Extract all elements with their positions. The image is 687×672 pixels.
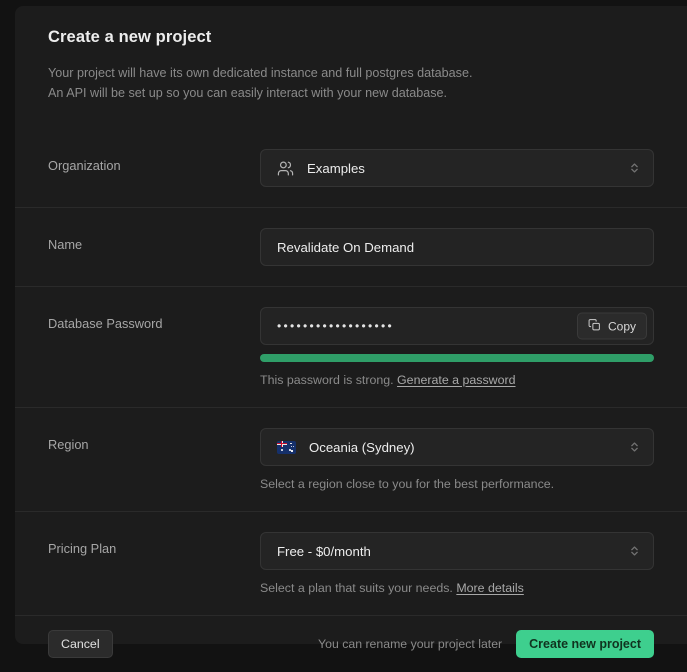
create-project-dialog: Create a new project Your project will h…: [15, 6, 687, 659]
form-row-name: Name Revalidate On Demand: [15, 208, 687, 286]
password-strength-text: This password is strong.: [260, 373, 394, 388]
project-name-input[interactable]: Revalidate On Demand: [260, 228, 654, 267]
pricing-plan-value: Free - $0/month: [277, 543, 371, 559]
organization-select[interactable]: Examples: [260, 149, 654, 188]
more-details-link[interactable]: More details: [456, 581, 524, 595]
organization-value: Examples: [307, 160, 365, 176]
region-select[interactable]: Oceania (Sydney): [260, 428, 654, 467]
database-password-input[interactable]: •••••••••••••••••• Copy: [260, 307, 654, 346]
dialog-body: Organization Examples Name Revalidate On…: [15, 129, 687, 615]
copy-icon: [588, 318, 601, 334]
pricing-plan-label: Pricing Plan: [48, 541, 117, 557]
pricing-plan-hint: Select a plan that suits your needs. Mor…: [260, 581, 654, 595]
region-label: Region: [48, 437, 89, 453]
generate-password-link[interactable]: Generate a password: [397, 373, 515, 387]
chevrons-up-down-icon: [629, 543, 640, 559]
copy-button-label: Copy: [607, 319, 636, 334]
form-row-region: Region Oceania (Sydney) Select a region …: [15, 408, 687, 511]
pricing-plan-hint-text: Select a plan that suits your needs.: [260, 581, 453, 596]
dialog-description-line-2: An API will be set up so you can easily …: [48, 85, 448, 100]
region-value: Oceania (Sydney): [309, 439, 415, 455]
name-label: Name: [48, 237, 83, 253]
rename-note: You can rename your project later: [318, 637, 503, 652]
organization-label: Organization: [48, 158, 121, 174]
password-strength-hint: This password is strong. Generate a pass…: [260, 373, 654, 387]
form-row-password: Database Password •••••••••••••••••• Cop…: [15, 287, 687, 407]
chevrons-up-down-icon: [629, 160, 640, 176]
users-icon: [277, 160, 294, 177]
project-name-value: Revalidate On Demand: [277, 239, 415, 255]
dialog-header: Create a new project Your project will h…: [15, 6, 687, 129]
form-row-pricing-plan: Pricing Plan Free - $0/month Select a pl…: [15, 512, 687, 615]
copy-password-button[interactable]: Copy: [576, 312, 647, 340]
chevrons-up-down-icon: [629, 439, 640, 455]
dialog-description-line-1: Your project will have its own dedicated…: [48, 66, 473, 80]
pricing-plan-select[interactable]: Free - $0/month: [260, 532, 654, 571]
australia-flag-icon: [277, 440, 296, 454]
region-hint: Select a region close to you for the bes…: [260, 477, 555, 492]
password-strength-bar: [260, 354, 654, 363]
form-row-organization: Organization Examples: [15, 129, 687, 207]
database-password-label: Database Password: [48, 316, 163, 332]
create-new-project-button[interactable]: Create new project: [516, 630, 654, 659]
cancel-button[interactable]: Cancel: [48, 630, 113, 659]
page-title: Create a new project: [48, 28, 212, 46]
